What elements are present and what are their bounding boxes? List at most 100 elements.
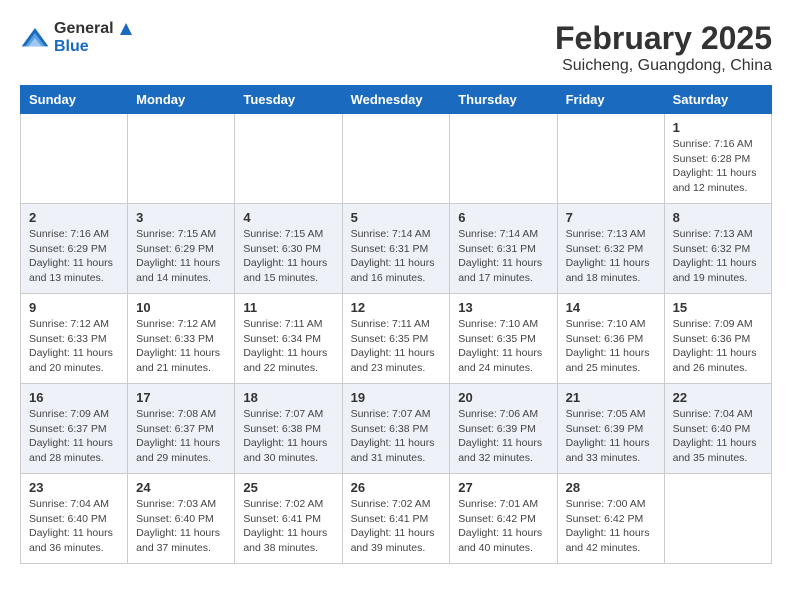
calendar-cell: 14 Sunrise: 7:10 AM Sunset: 6:36 PM Dayli… [557,294,664,384]
calendar-cell: 7 Sunrise: 7:13 AM Sunset: 6:32 PM Daylig… [557,204,664,294]
day-number: 18 [243,390,333,405]
day-number: 12 [351,300,442,315]
logo-triangle-icon [119,22,133,36]
day-number: 28 [566,480,656,495]
day-info: Sunrise: 7:08 AM Sunset: 6:37 PM Dayligh… [136,407,226,466]
calendar-cell: 6Sunrise: 7:14 AM Sunset: 6:31 PM Daylig… [450,204,557,294]
day-info: Sunrise: 7:10 AM Sunset: 6:36 PM Dayligh… [566,317,656,376]
calendar-cell: 10 Sunrise: 7:12 AM Sunset: 6:33 PM Dayli… [128,294,235,384]
day-number: 20 [458,390,548,405]
day-number: 3 [136,210,226,225]
calendar-cell [128,114,235,204]
day-info: Sunrise: 7:02 AM Sunset: 6:41 PM Dayligh… [351,497,442,556]
calendar-cell: 11 Sunrise: 7:11 AM Sunset: 6:34 PM Dayli… [235,294,342,384]
calendar-cell: 18 Sunrise: 7:07 AM Sunset: 6:38 PM Dayli… [235,384,342,474]
calendar-cell: 13 Sunrise: 7:10 AM Sunset: 6:35 PM Dayli… [450,294,557,384]
calendar-week-row: 2 Sunrise: 7:16 AM Sunset: 6:29 PM Daylig… [21,204,772,294]
weekday-header: Wednesday [342,86,450,114]
calendar-cell: 5 Sunrise: 7:14 AM Sunset: 6:31 PM Daylig… [342,204,450,294]
day-info: Sunrise: 7:12 AM Sunset: 6:33 PM Dayligh… [29,317,119,376]
day-number: 1 [673,120,763,135]
day-number: 7 [566,210,656,225]
day-number: 24 [136,480,226,495]
title-block: February 2025 Suicheng, Guangdong, China [555,20,772,75]
calendar-cell: 22 Sunrise: 7:04 AM Sunset: 6:40 PM Dayli… [664,384,771,474]
calendar-cell: 24Sunrise: 7:03 AM Sunset: 6:40 PM Dayli… [128,474,235,564]
day-info: Sunrise: 7:11 AM Sunset: 6:34 PM Dayligh… [243,317,333,376]
page-subtitle: Suicheng, Guangdong, China [555,57,772,75]
day-number: 2 [29,210,119,225]
day-info: Sunrise: 7:04 AM Sunset: 6:40 PM Dayligh… [673,407,763,466]
day-info: Sunrise: 7:16 AM Sunset: 6:29 PM Dayligh… [29,227,119,286]
day-info: Sunrise: 7:01 AM Sunset: 6:42 PM Dayligh… [458,497,548,556]
page-title: February 2025 [555,20,772,57]
day-info: Sunrise: 7:07 AM Sunset: 6:38 PM Dayligh… [351,407,442,466]
calendar-cell: 16Sunrise: 7:09 AM Sunset: 6:37 PM Dayli… [21,384,128,474]
day-number: 26 [351,480,442,495]
calendar-cell [664,474,771,564]
day-info: Sunrise: 7:00 AM Sunset: 6:42 PM Dayligh… [566,497,656,556]
logo-general: General [54,20,114,37]
calendar-cell: 23 Sunrise: 7:04 AM Sunset: 6:40 PM Dayli… [21,474,128,564]
day-info: Sunrise: 7:09 AM Sunset: 6:36 PM Dayligh… [673,317,763,376]
day-number: 14 [566,300,656,315]
day-info: Sunrise: 7:10 AM Sunset: 6:35 PM Dayligh… [458,317,548,376]
weekday-header: Saturday [664,86,771,114]
day-number: 5 [351,210,442,225]
calendar-week-row: 1 Sunrise: 7:16 AM Sunset: 6:28 PM Daylig… [21,114,772,204]
day-info: Sunrise: 7:15 AM Sunset: 6:29 PM Dayligh… [136,227,226,286]
calendar-cell: 28 Sunrise: 7:00 AM Sunset: 6:42 PM Dayli… [557,474,664,564]
day-info: Sunrise: 7:12 AM Sunset: 6:33 PM Dayligh… [136,317,226,376]
day-number: 25 [243,480,333,495]
day-info: Sunrise: 7:04 AM Sunset: 6:40 PM Dayligh… [29,497,119,556]
weekday-header: Thursday [450,86,557,114]
logo-icon [20,26,50,50]
calendar-week-row: 23 Sunrise: 7:04 AM Sunset: 6:40 PM Dayli… [21,474,772,564]
day-number: 19 [351,390,442,405]
day-number: 13 [458,300,548,315]
calendar-cell: 17 Sunrise: 7:08 AM Sunset: 6:37 PM Dayli… [128,384,235,474]
calendar-cell: 19 Sunrise: 7:07 AM Sunset: 6:38 PM Dayli… [342,384,450,474]
day-info: Sunrise: 7:07 AM Sunset: 6:38 PM Dayligh… [243,407,333,466]
page-header: General Blue February 2025 Suicheng, Gua… [20,20,772,75]
day-info: Sunrise: 7:05 AM Sunset: 6:39 PM Dayligh… [566,407,656,466]
calendar-cell [450,114,557,204]
day-info: Sunrise: 7:11 AM Sunset: 6:35 PM Dayligh… [351,317,442,376]
weekday-header: Sunday [21,86,128,114]
calendar-cell: 9Sunrise: 7:12 AM Sunset: 6:33 PM Daylig… [21,294,128,384]
day-info: Sunrise: 7:13 AM Sunset: 6:32 PM Dayligh… [566,227,656,286]
calendar-cell: 26 Sunrise: 7:02 AM Sunset: 6:41 PM Dayli… [342,474,450,564]
logo: General Blue [20,20,133,56]
weekday-header: Friday [557,86,664,114]
calendar-cell: 27 Sunrise: 7:01 AM Sunset: 6:42 PM Dayli… [450,474,557,564]
day-number: 10 [136,300,226,315]
calendar-cell: 1 Sunrise: 7:16 AM Sunset: 6:28 PM Daylig… [664,114,771,204]
day-info: Sunrise: 7:06 AM Sunset: 6:39 PM Dayligh… [458,407,548,466]
calendar-cell: 20 Sunrise: 7:06 AM Sunset: 6:39 PM Dayli… [450,384,557,474]
day-number: 27 [458,480,548,495]
day-number: 17 [136,390,226,405]
calendar-header-row: SundayMondayTuesdayWednesdayThursdayFrid… [21,86,772,114]
calendar-cell: 8 Sunrise: 7:13 AM Sunset: 6:32 PM Daylig… [664,204,771,294]
day-number: 8 [673,210,763,225]
day-info: Sunrise: 7:02 AM Sunset: 6:41 PM Dayligh… [243,497,333,556]
calendar-cell [342,114,450,204]
day-info: Sunrise: 7:14 AM Sunset: 6:31 PM Dayligh… [351,227,442,286]
calendar-cell: 4Sunrise: 7:15 AM Sunset: 6:30 PM Daylig… [235,204,342,294]
calendar-cell: 21 Sunrise: 7:05 AM Sunset: 6:39 PM Dayli… [557,384,664,474]
calendar-cell: 2 Sunrise: 7:16 AM Sunset: 6:29 PM Daylig… [21,204,128,294]
calendar-cell [21,114,128,204]
calendar-week-row: 9Sunrise: 7:12 AM Sunset: 6:33 PM Daylig… [21,294,772,384]
calendar-week-row: 16Sunrise: 7:09 AM Sunset: 6:37 PM Dayli… [21,384,772,474]
day-number: 6 [458,210,548,225]
day-number: 11 [243,300,333,315]
day-info: Sunrise: 7:16 AM Sunset: 6:28 PM Dayligh… [673,137,763,196]
logo-blue: Blue [54,38,89,55]
day-info: Sunrise: 7:13 AM Sunset: 6:32 PM Dayligh… [673,227,763,286]
calendar-cell [557,114,664,204]
calendar-cell: 15Sunrise: 7:09 AM Sunset: 6:36 PM Dayli… [664,294,771,384]
day-number: 16 [29,390,119,405]
day-number: 22 [673,390,763,405]
day-number: 21 [566,390,656,405]
day-number: 23 [29,480,119,495]
